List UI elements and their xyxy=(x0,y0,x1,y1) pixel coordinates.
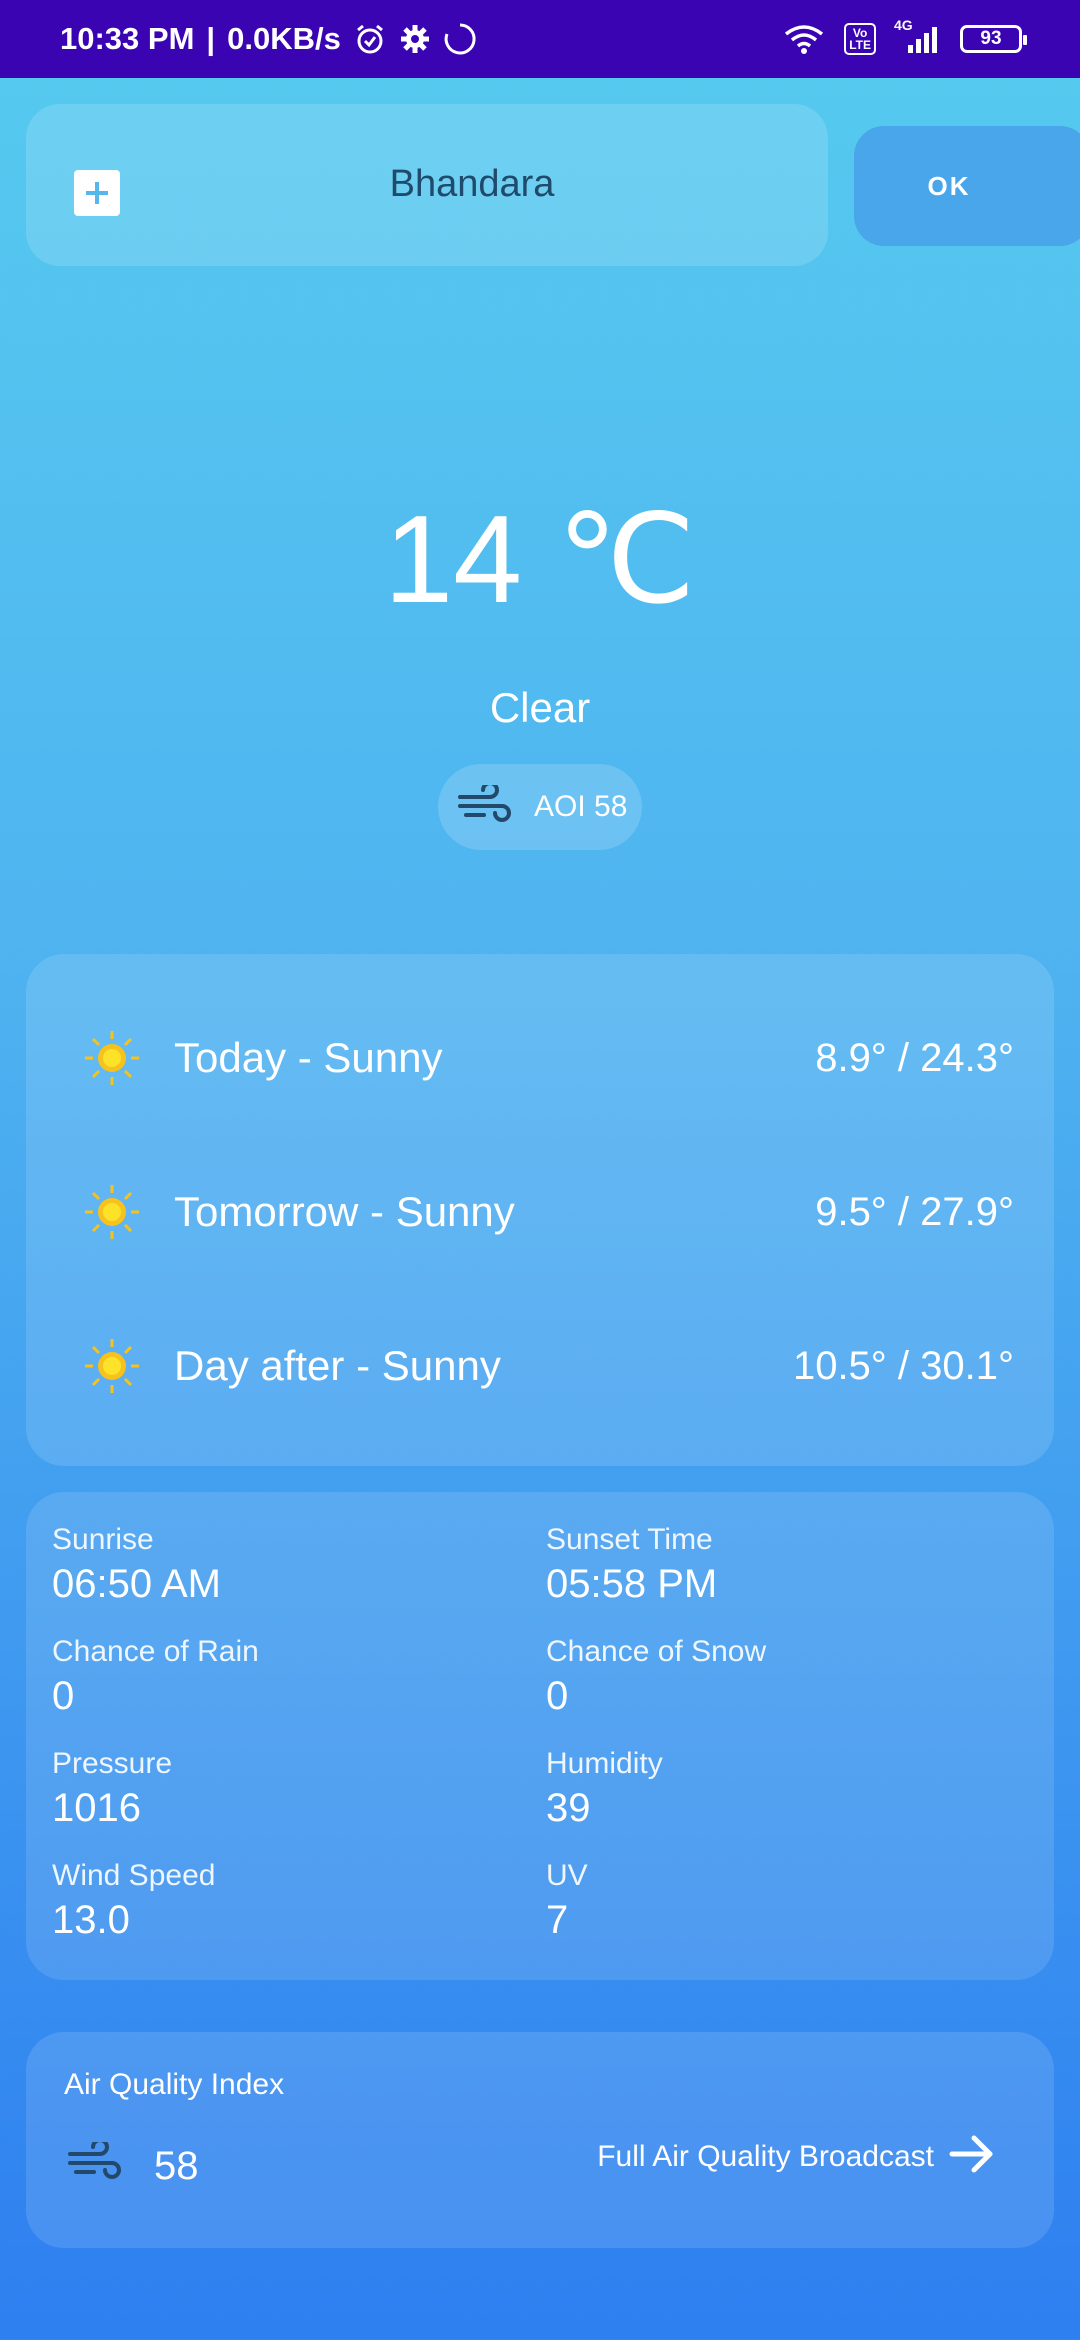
battery-icon: 93 xyxy=(960,25,1027,53)
detail-label: Chance of Rain xyxy=(52,1635,259,1668)
ok-button[interactable]: OK xyxy=(854,126,1080,246)
status-separator: | xyxy=(206,21,216,56)
forecast-row-today: Today - Sunny 8.9° / 24.3° xyxy=(82,1018,1014,1098)
detail-pressure: Pressure 1016 xyxy=(52,1746,512,1834)
forecast-day-label: Today - Sunny xyxy=(174,1034,443,1081)
plus-icon[interactable] xyxy=(74,170,120,216)
forecast-temp-range: 9.5° / 27.9° xyxy=(815,1189,1014,1234)
sun-icon xyxy=(85,1185,139,1239)
detail-value: 39 xyxy=(546,1786,591,1830)
wifi-icon xyxy=(782,22,826,56)
status-network-speed: 0.0KB/s xyxy=(227,21,341,56)
full-air-quality-label: Full Air Quality Broadcast xyxy=(597,2139,934,2173)
detail-humidity: Humidity 39 xyxy=(546,1746,1006,1834)
alarm-icon xyxy=(353,22,387,56)
network-type-label: 4G xyxy=(894,17,913,33)
detail-label: Wind Speed xyxy=(52,1859,216,1892)
forecast-day-label: Day after - Sunny xyxy=(174,1342,501,1389)
air-quality-card: Air Quality Index 58 Full Air Quality Br… xyxy=(26,2032,1054,2248)
detail-label: Sunset Time xyxy=(546,1523,713,1556)
detail-value: 13.0 xyxy=(52,1898,130,1942)
forecast-day-label: Tomorrow - Sunny xyxy=(174,1188,515,1235)
detail-label: Humidity xyxy=(546,1747,663,1780)
detail-value: 06:50 AM xyxy=(52,1562,222,1606)
status-left: 10:33 PM | 0.0KB/s xyxy=(60,21,477,57)
status-right: Vo LTE 4G 93 xyxy=(782,17,1027,56)
status-time: 10:33 PM xyxy=(60,21,195,56)
sun-icon xyxy=(85,1339,139,1393)
current-temperature: 14 ℃ xyxy=(384,491,696,629)
wind-icon xyxy=(66,2138,122,2187)
detail-sunset: Sunset Time 05:58 PM xyxy=(546,1522,1006,1610)
detail-value: 05:58 PM xyxy=(546,1562,718,1606)
detail-value: 7 xyxy=(546,1898,569,1942)
detail-sunrise: Sunrise 06:50 AM xyxy=(52,1522,512,1610)
sun-icon xyxy=(85,1031,139,1085)
detail-label: UV xyxy=(546,1859,588,1892)
gear-icon xyxy=(399,23,431,55)
wind-icon xyxy=(456,780,512,830)
forecast-row-day-after: Day after - Sunny 10.5° / 30.1° xyxy=(82,1326,1014,1406)
detail-value: 0 xyxy=(546,1674,569,1718)
air-quality-title: Air Quality Index xyxy=(64,2068,285,2101)
battery-level: 93 xyxy=(980,28,1002,49)
arrow-right-icon xyxy=(948,2132,996,2181)
detail-chance-of-snow: Chance of Snow 0 xyxy=(546,1634,1006,1722)
detail-label: Pressure xyxy=(52,1747,173,1780)
loading-icon xyxy=(443,22,477,56)
detail-value: 1016 xyxy=(52,1786,141,1830)
aqi-pill[interactable]: AOI 58 xyxy=(438,764,642,850)
detail-label: Sunrise xyxy=(52,1523,154,1556)
details-card: Sunrise 06:50 AM Sunset Time 05:58 PM Ch… xyxy=(26,1492,1054,1980)
city-input[interactable] xyxy=(156,144,788,224)
status-bar: 10:33 PM | 0.0KB/s Vo LTE 4G 93 xyxy=(0,0,1080,78)
full-air-quality-link[interactable]: Full Air Quality Broadcast xyxy=(597,2132,996,2181)
detail-wind-speed: Wind Speed 13.0 xyxy=(52,1858,512,1946)
signal-icon: 4G xyxy=(894,17,942,55)
forecast-row-tomorrow: Tomorrow - Sunny 9.5° / 27.9° xyxy=(82,1172,1014,1252)
aqi-pill-label: AOI 58 xyxy=(534,790,628,823)
forecast-temp-range: 8.9° / 24.3° xyxy=(815,1035,1014,1080)
city-search-card xyxy=(26,104,828,266)
current-condition: Clear xyxy=(489,684,591,731)
detail-value: 0 xyxy=(52,1674,75,1718)
detail-uv: UV 7 xyxy=(546,1858,1006,1946)
detail-label: Chance of Snow xyxy=(546,1635,767,1668)
detail-chance-of-rain: Chance of Rain 0 xyxy=(52,1634,512,1722)
air-quality-value: 58 xyxy=(154,2144,199,2188)
forecast-card: Today - Sunny 8.9° / 24.3° Tomorrow - Su… xyxy=(26,954,1054,1466)
forecast-temp-range: 10.5° / 30.1° xyxy=(792,1343,1014,1388)
volte-icon: Vo LTE xyxy=(844,23,876,55)
